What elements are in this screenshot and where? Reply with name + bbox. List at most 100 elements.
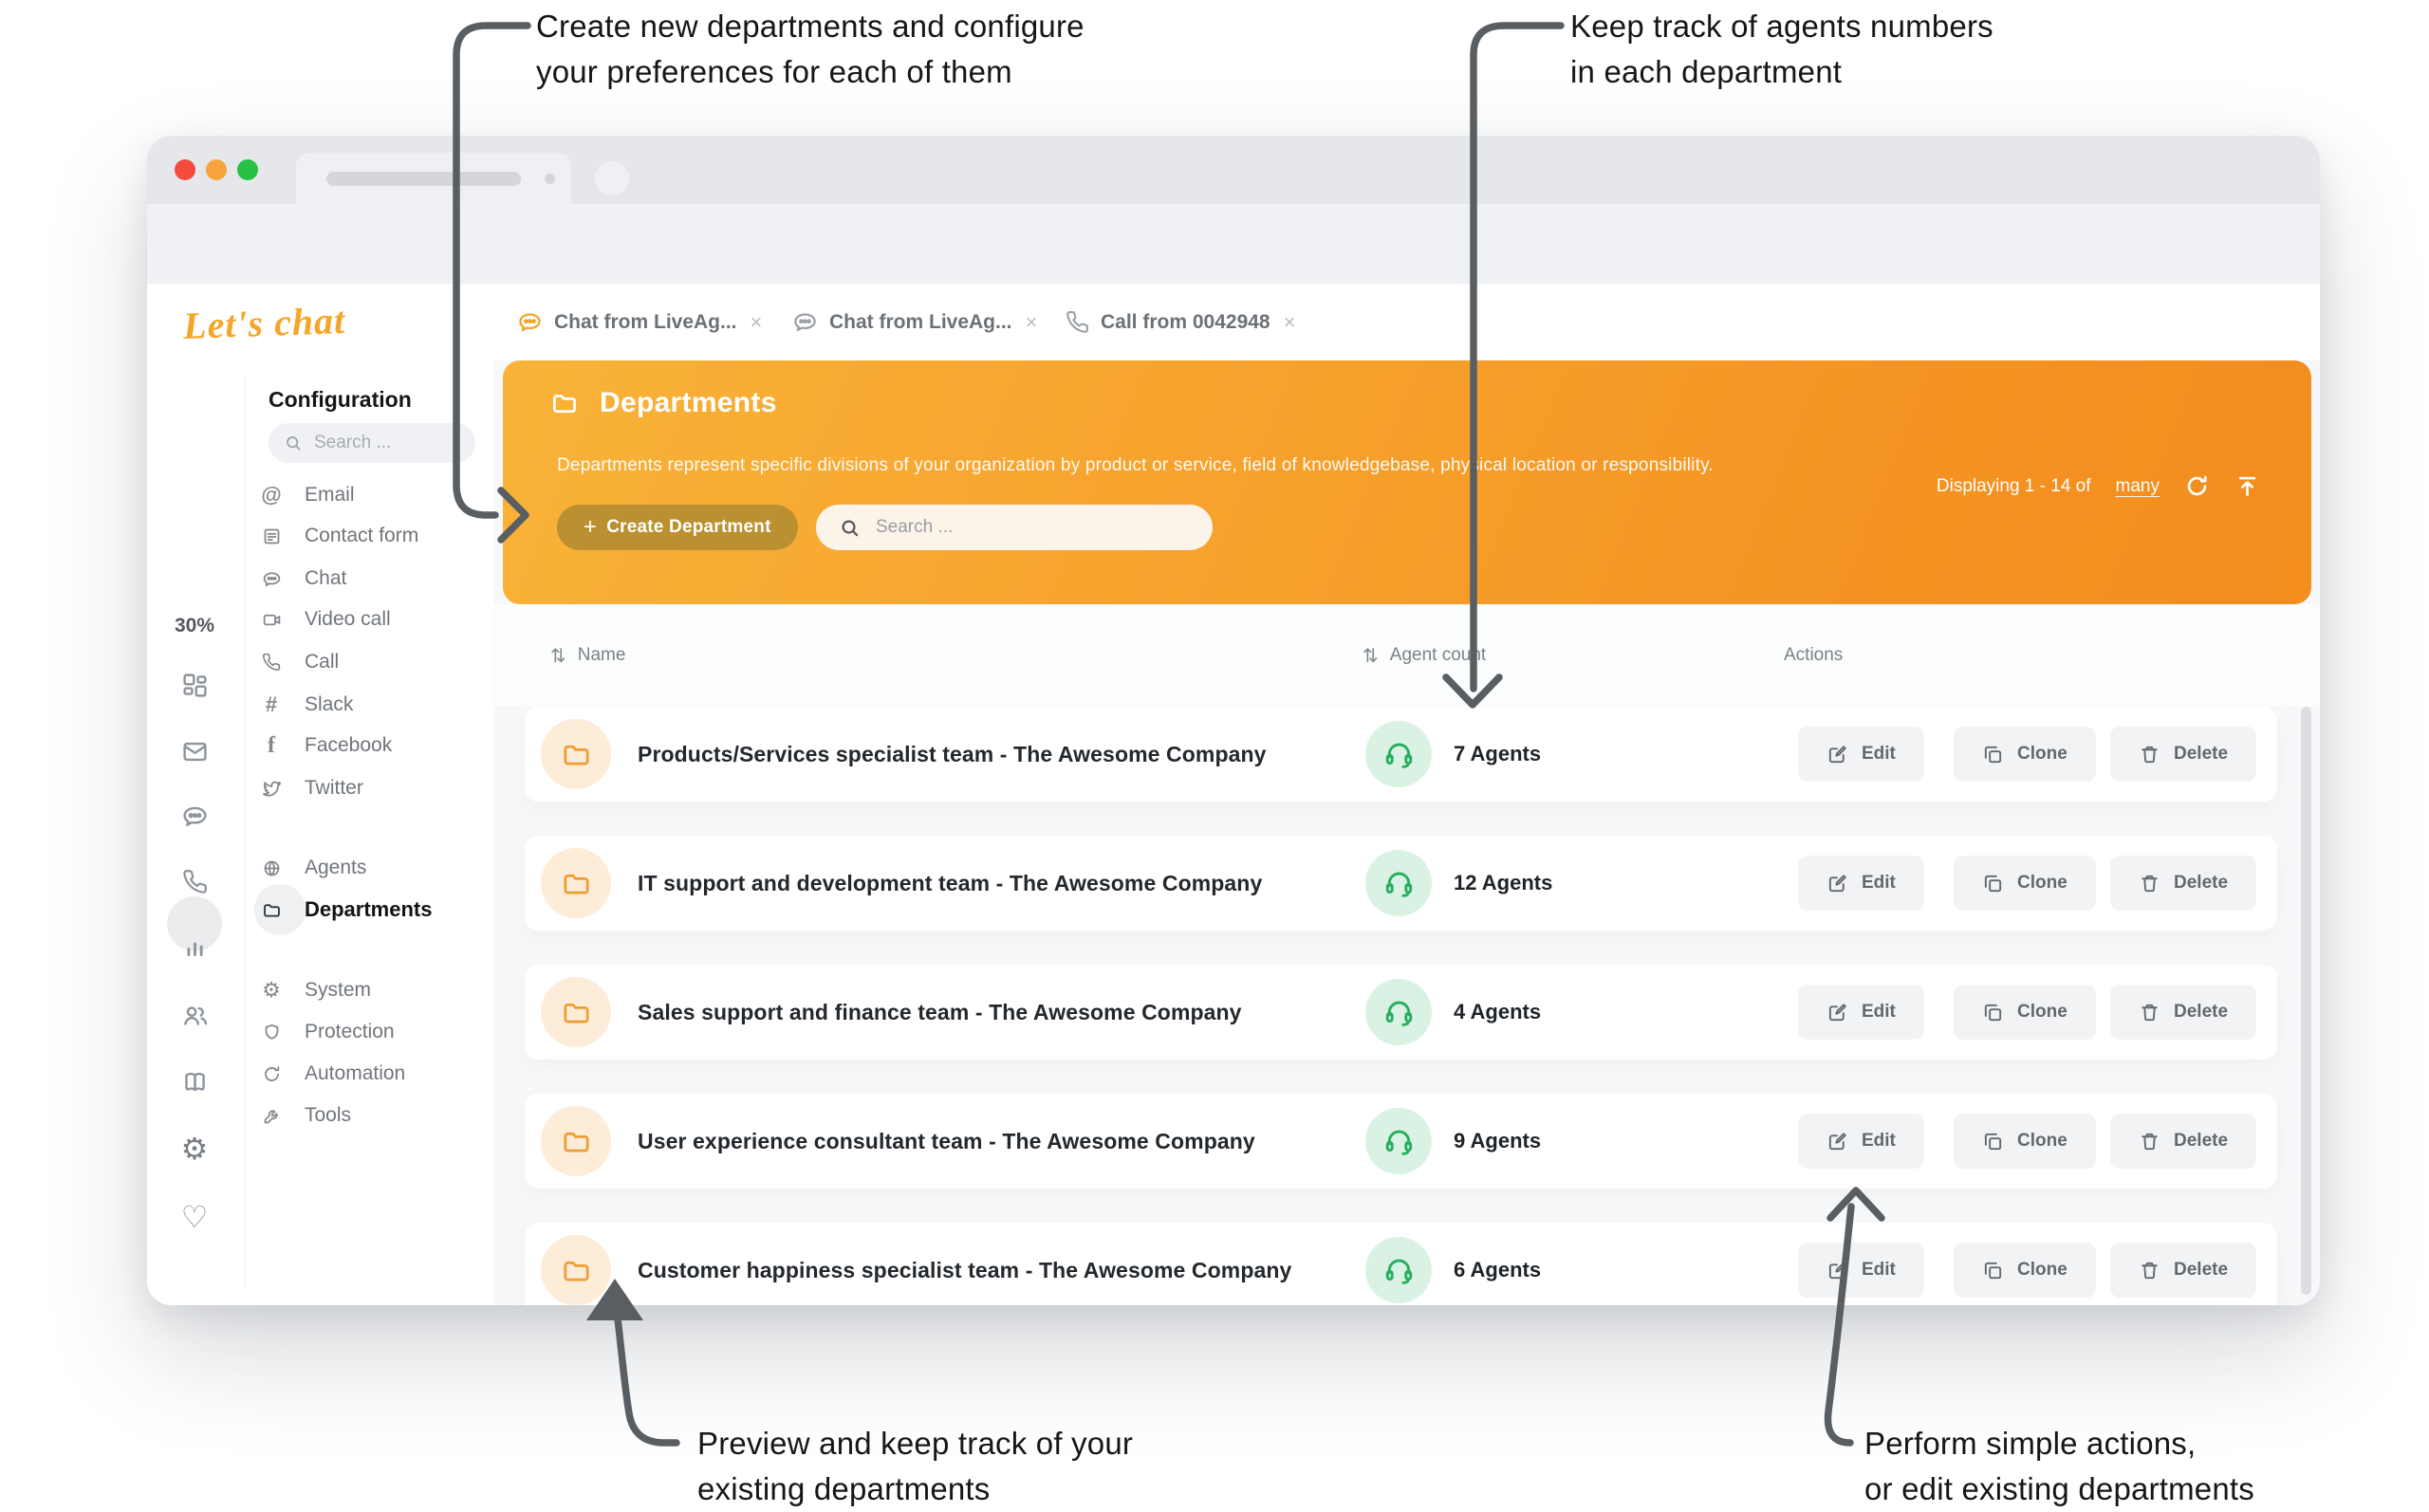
agent-count: 12 Agents (1454, 836, 1552, 931)
rail-settings-icon[interactable]: ⚙ (147, 1131, 242, 1167)
column-header-name[interactable]: ⇅ Name (550, 604, 625, 707)
sidebar-item-system[interactable]: ⚙ System (259, 969, 487, 1011)
rail-reports-icon[interactable] (147, 935, 242, 963)
rail-favorites-icon[interactable]: ♡ (147, 1199, 242, 1235)
sidebar-item-contact-form[interactable]: Contact form (259, 515, 487, 557)
clone-button[interactable]: Clone (1954, 1243, 2096, 1298)
folder-icon (259, 900, 284, 920)
scroll-to-top-icon[interactable] (2234, 473, 2260, 499)
annotation-line: in each department (1570, 49, 1993, 95)
browser-tab-close-icon[interactable] (545, 174, 555, 184)
edit-button[interactable]: Edit (1798, 1243, 1924, 1298)
sidebar-item-twitter[interactable]: Twitter (259, 767, 487, 809)
at-icon: @ (259, 483, 284, 507)
annotation-line: existing departments (697, 1466, 1133, 1512)
annotation-line: Keep track of agents numbers (1570, 4, 1993, 49)
rail-dashboard-icon[interactable] (147, 672, 242, 699)
sidebar-item-agents[interactable]: Agents (259, 847, 487, 889)
sidebar-item-facebook[interactable]: f Facebook (259, 725, 487, 766)
edit-icon (1826, 744, 1848, 765)
clone-button[interactable]: Clone (1954, 1114, 2096, 1169)
annotation-line: Create new departments and configure (536, 4, 1085, 49)
traffic-light-maximize[interactable] (237, 159, 258, 180)
delete-button[interactable]: Delete (2110, 985, 2256, 1040)
create-department-button[interactable]: + Create Department (557, 505, 798, 550)
sort-icon[interactable]: ⇅ (1363, 644, 1379, 667)
trash-icon (2139, 873, 2160, 894)
traffic-light-minimize[interactable] (206, 159, 227, 180)
ticket-tab-chat-2[interactable]: Chat from LiveAg... × (792, 284, 1039, 360)
search-icon (839, 517, 861, 539)
browser-tab[interactable] (296, 153, 571, 204)
delete-button[interactable]: Delete (2110, 1114, 2256, 1169)
department-name: Customer happiness specialist team - The… (638, 1223, 1291, 1305)
edit-button[interactable]: Edit (1798, 856, 1924, 911)
sidebar-item-automation[interactable]: Automation (259, 1053, 487, 1095)
sidebar-item-tools[interactable]: Tools (259, 1095, 487, 1136)
tools-icon (259, 1106, 284, 1126)
delete-button[interactable]: Delete (2110, 727, 2256, 782)
agent-headset-icon (1365, 979, 1432, 1045)
clone-icon (1982, 1131, 2004, 1152)
facebook-icon: f (259, 733, 284, 759)
column-header-agent-count[interactable]: ⇅ Agent count (1363, 604, 1486, 707)
heart-icon: ♡ (181, 1199, 209, 1235)
departments-search-input[interactable] (874, 516, 1162, 539)
sidebar-item-slack[interactable]: # Slack (259, 684, 487, 726)
rail-mail-icon[interactable] (147, 738, 242, 765)
sidebar-item-video-call[interactable]: Video call (259, 599, 487, 640)
sidebar-item-chat[interactable]: Chat (259, 558, 487, 599)
close-icon[interactable]: × (1024, 310, 1040, 335)
rail-divider (245, 378, 246, 1288)
browser-toolbar: samplepage.ladesk.com (147, 204, 2320, 284)
folder-icon (550, 389, 579, 417)
chat-bubble-icon (259, 569, 284, 589)
plus-icon: + (584, 514, 597, 541)
zoom-level: 30% (147, 615, 242, 637)
sidebar-search-input[interactable] (312, 432, 458, 454)
sort-icon[interactable]: ⇅ (550, 644, 566, 667)
form-icon (259, 526, 284, 546)
search-icon (284, 433, 303, 452)
edit-button[interactable]: Edit (1798, 985, 1924, 1040)
sidebar-item-call[interactable]: Call (259, 641, 487, 683)
refresh-icon[interactable] (2184, 473, 2210, 499)
close-icon[interactable]: × (1282, 310, 1298, 335)
sidebar-item-email[interactable]: @ Email (259, 474, 487, 516)
close-icon[interactable]: × (749, 310, 765, 335)
department-row: Products/Services specialist team - The … (525, 707, 2277, 802)
paging-text: Displaying 1 - 14 of (1937, 476, 2091, 497)
sidebar-search[interactable] (269, 423, 475, 463)
edit-button[interactable]: Edit (1798, 1114, 1924, 1169)
list-scrollbar[interactable] (2301, 707, 2311, 1295)
app-header: Let's chat Chat from LiveAg... × Chat fr… (147, 284, 2320, 361)
delete-button[interactable]: Delete (2110, 856, 2256, 911)
sidebar-item-protection[interactable]: Protection (259, 1011, 487, 1053)
rail-chat-icon[interactable] (147, 802, 242, 830)
edit-button[interactable]: Edit (1798, 727, 1924, 782)
delete-button[interactable]: Delete (2110, 1243, 2256, 1298)
agent-headset-icon (1365, 1108, 1432, 1174)
gear-icon: ⚙ (259, 979, 284, 1003)
ticket-tab-chat-1[interactable]: Chat from LiveAg... × (517, 284, 764, 360)
phone-icon (259, 653, 284, 672)
rail-customers-icon[interactable] (147, 1002, 242, 1029)
paging-many-link[interactable]: many (2116, 476, 2160, 497)
clone-button[interactable]: Clone (1954, 985, 2096, 1040)
agent-headset-icon (1365, 721, 1432, 787)
traffic-light-close[interactable] (175, 159, 195, 180)
clone-icon (1982, 1260, 2004, 1282)
clone-button[interactable]: Clone (1954, 856, 2096, 911)
rail-call-icon[interactable] (147, 869, 242, 894)
rail-knowledgebase-icon[interactable] (147, 1068, 242, 1096)
agent-headset-icon (1365, 850, 1432, 916)
clone-button[interactable]: Clone (1954, 727, 2096, 782)
new-tab-button[interactable] (595, 161, 629, 195)
sidebar-item-departments[interactable]: Departments (259, 889, 487, 931)
agents-icon (259, 858, 284, 878)
clone-icon (1982, 744, 2004, 765)
phone-icon (1066, 310, 1089, 334)
departments-search[interactable] (816, 505, 1213, 550)
ticket-tab-call[interactable]: Call from 0042948 × (1066, 284, 1297, 360)
shield-icon (259, 1023, 284, 1042)
